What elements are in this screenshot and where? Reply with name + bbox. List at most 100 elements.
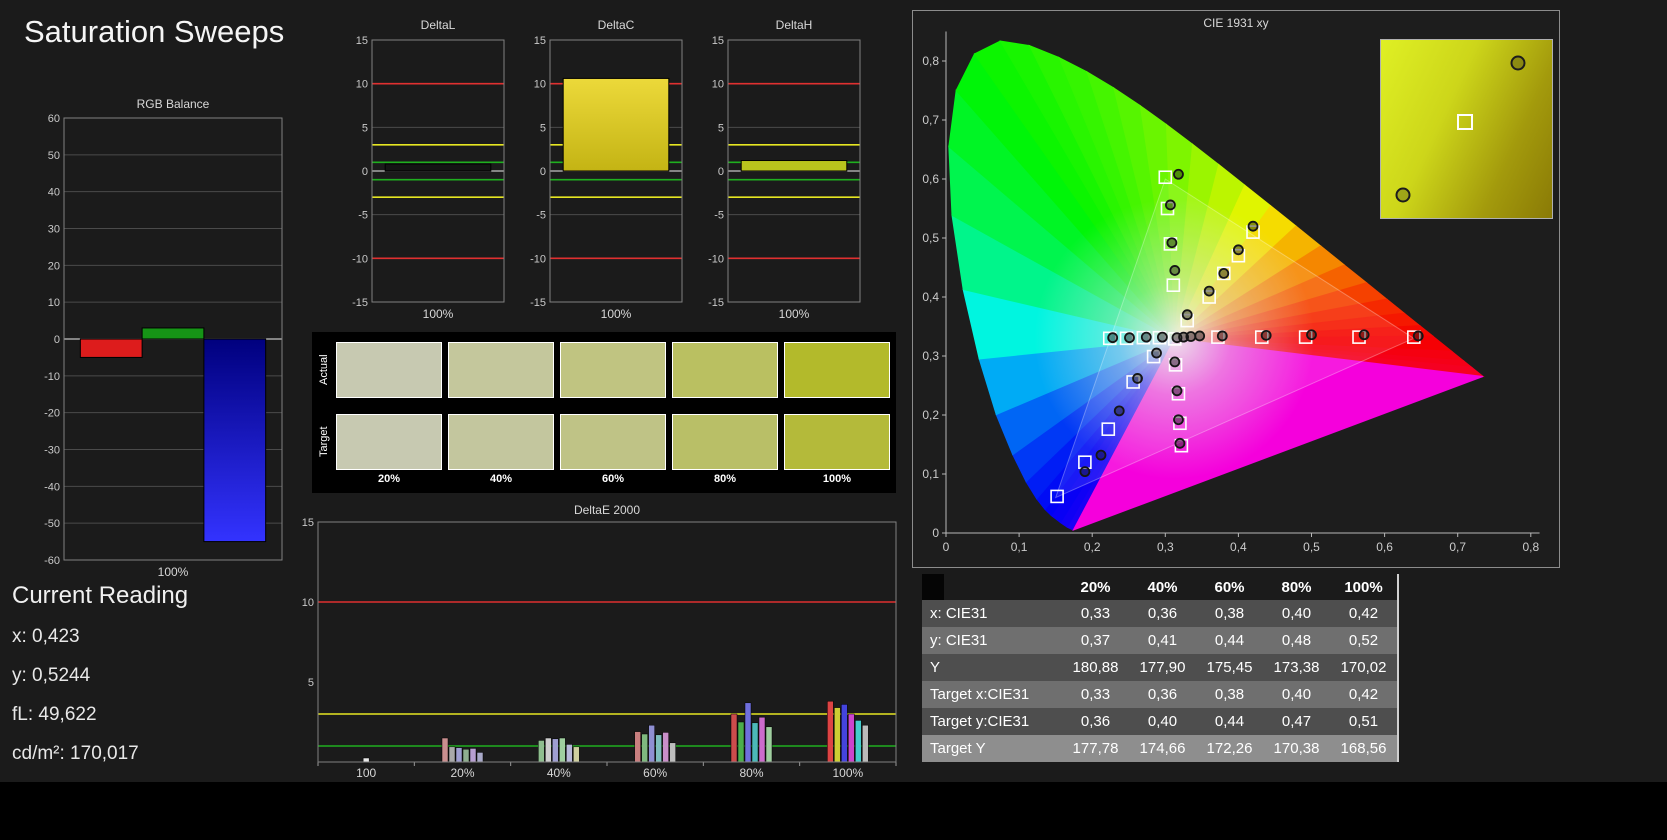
table-cell: 0,36 [1147,686,1178,703]
measured-marker [1306,329,1317,341]
measured-marker [1181,309,1193,321]
measured-marker [1412,330,1424,342]
table-col-header: 20% [1080,578,1111,596]
measured-marker [1232,244,1244,256]
measured-marker [1174,437,1186,449]
table-cell: 180,88 [1072,659,1119,676]
x-axis-label: 60% [643,766,667,780]
tick-label: 10 [534,79,546,91]
table-cell: 0,42 [1348,605,1379,622]
delta-e-bar [751,722,759,763]
table-cell: 0,42 [1348,686,1379,703]
delta-l-chart[interactable]: DeltaL 15 10 5 0 -5 -10 -15 100% [342,16,508,322]
delta-e-bar [758,716,766,763]
delta-h-title: DeltaH [775,18,813,32]
measured-marker [1151,347,1162,359]
target-swatch-40% [448,414,554,470]
delta-e-bar [730,713,738,763]
tick-label: 0 [54,334,60,346]
tick-label: 0,5 [922,231,939,245]
delta-e-bar [662,732,669,763]
tick-label: 0,8 [922,54,939,68]
table-row-label: Target y:CIE31 [930,713,1030,730]
tick-label: 0,1 [1011,540,1028,554]
x-axis-label: 40% [547,766,571,780]
blue-bar [203,338,267,543]
delta-h-chart[interactable]: DeltaH 15 10 5 0 -5 -10 -15 100% [698,16,864,322]
target-swatch-20% [336,414,442,470]
delta-e-bar [545,737,552,763]
tick-label: 0 [718,166,724,178]
results-table[interactable]: 20% 40% 60% 80% 100% x: CIE31 0,33 0,36 0,38 0,40… [922,574,1399,762]
table-cell: 0,44 [1214,713,1245,730]
tick-label: -5 [358,210,368,222]
measured-marker [1218,267,1230,279]
tick-label: -15 [708,297,724,309]
table-cell: 0,41 [1147,632,1178,649]
tick-label: -40 [44,481,60,493]
saturation-swatch-panel[interactable]: Actual Target 20% 40% 60% 80% 100% [312,332,896,493]
tick-label: 60 [48,113,60,125]
x-axis-label: 100% [779,307,810,321]
table-cell: 0,37 [1080,632,1111,649]
measured-marker [1203,285,1215,297]
tick-label: 0 [540,166,546,178]
table-cell: 0,36 [1147,605,1178,622]
delta-e-2000-chart[interactable]: DeltaE 2000 100 20% 40% 60% 80% 100% 15 10 5 [296,502,900,786]
delta-e-bar [744,702,752,763]
cie-zoom-inset[interactable] [1380,39,1553,219]
table-cell: 0,33 [1080,605,1111,622]
tick-label: 10 [302,597,314,609]
tick-label: 0,5 [1303,540,1320,554]
delta-e-title: DeltaE 2000 [573,503,641,517]
table-cell: 0,40 [1281,686,1312,703]
cie-1931-panel[interactable]: CIE 1931 xy 0 0,1 0,2 0,3 0,4 0,5 0,6 0,7 0,8 0 0,… [912,10,1560,568]
table-cell: 170,38 [1273,740,1320,757]
measured-marker [1124,332,1135,344]
delta-e-bar [655,734,662,763]
plot-border [317,521,897,763]
rgb-balance-plot: 60 50 40 30 20 10 0 -10 -20 -30 -40 -50 -60 100% [44,113,283,579]
swatch-col-label: 20% [377,473,401,485]
delta-e-bar [634,731,641,763]
tick-label: 10 [48,297,60,309]
tick-label: 5 [540,122,546,134]
tick-label: 15 [534,35,546,47]
measured-marker [1173,168,1184,180]
tick-label: 0,2 [1084,540,1101,554]
tick-label: 0,7 [1449,540,1466,554]
measured-marker [1095,449,1107,461]
inset-target-marker [1456,113,1473,130]
actual-swatch-60% [560,342,666,398]
measured-marker [1194,330,1206,342]
delta-l-title: DeltaL [420,18,456,32]
rgb-balance-chart[interactable]: RGB Balance 60 50 40 30 20 10 0 -10 -20 -30 -40 -50… [28,96,288,584]
table-cell: 173,38 [1273,659,1320,676]
current-reading: Current Reading x: 0,423 y: 0,5244 fL: 4… [12,582,188,782]
target-swatch-80% [672,414,778,470]
green-bar [141,327,205,340]
measured-marker [1165,199,1176,211]
table-cell: 0,52 [1348,632,1379,649]
reading-x: x: 0,423 [12,626,80,647]
table-cell: 177,78 [1072,740,1119,757]
tick-label: 0,2 [922,408,939,422]
table-cell: 0,40 [1147,713,1178,730]
actual-swatch-100% [784,342,890,398]
measured-marker [1132,373,1143,384]
table-corner [922,574,944,600]
table-cell: 172,26 [1206,740,1253,757]
tick-label: 0,4 [922,290,939,304]
delta-h-plot: 15 10 5 0 -5 -10 -15 100% [708,35,861,321]
content-area: Saturation Sweeps RGB Balance 60 50 40 30 20… [0,0,1667,782]
target-swatch-100% [784,414,890,470]
delta-c-chart[interactable]: DeltaC 15 10 5 0 -5 -10 -15 100% [520,16,686,322]
reading-y: y: 0,5244 [12,665,91,686]
tick-label: 15 [356,35,368,47]
swatch-row-label: Actual [318,354,330,386]
tick-label: -50 [44,518,60,530]
measured-marker [1173,414,1184,426]
tick-label: 0,4 [1230,540,1247,554]
x-axis-label: 100% [832,766,863,780]
table-cell: 0,40 [1281,605,1312,622]
